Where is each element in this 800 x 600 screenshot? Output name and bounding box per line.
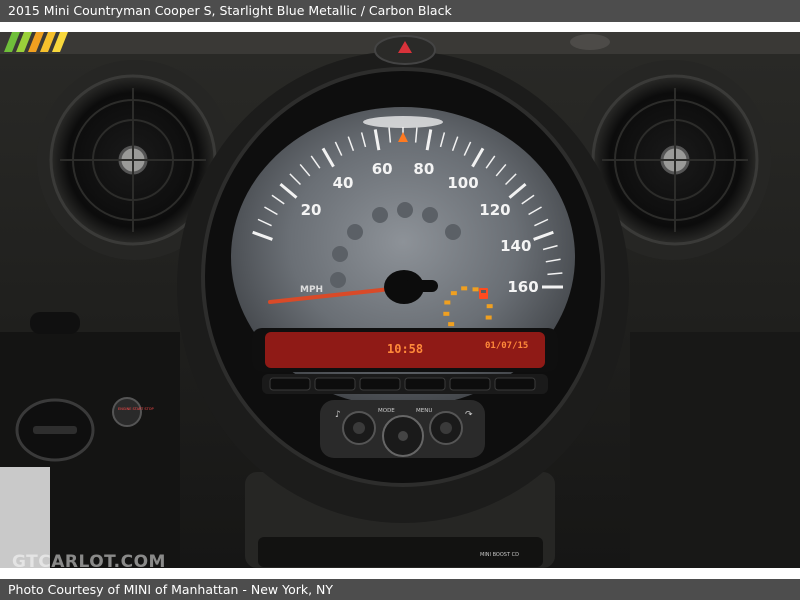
speed-label: 40	[333, 174, 354, 192]
preset-button[interactable]	[269, 377, 311, 391]
speed-label: 140	[500, 237, 531, 255]
footer-bar: Photo Courtesy of MINI of Manhattan - Ne…	[0, 579, 800, 600]
start-stop-label: ENGINE START STOP	[118, 407, 154, 411]
preset-button[interactable]	[359, 377, 401, 391]
ignition-slot	[15, 398, 95, 462]
menu-label: MENU	[416, 408, 432, 414]
dashboard-scene: MINI BOOST CD 20 40 60 80 100120 140 160 MPH …	[0, 32, 800, 568]
date-display: 01/07/15	[485, 341, 528, 351]
center-controller[interactable]	[382, 415, 424, 457]
clock-display: 10:58	[387, 342, 423, 356]
fuel-segment	[448, 322, 455, 327]
fuel-segment	[444, 300, 451, 305]
preset-button[interactable]	[494, 377, 536, 391]
watermark: GTCARLOT.COM	[12, 552, 166, 568]
skip-back-icon[interactable]: ♪	[335, 410, 341, 420]
menu-knob[interactable]	[429, 411, 463, 445]
speed-unit: MPH	[300, 285, 323, 295]
bottom-label: MINI BOOST CD	[480, 552, 519, 558]
title-bar: 2015 Mini Countryman Cooper S, Starlight…	[0, 0, 800, 22]
listing-title: 2015 Mini Countryman Cooper S, Starlight…	[8, 3, 452, 18]
hazard-triangle-icon[interactable]	[374, 35, 436, 65]
preset-button[interactable]	[449, 377, 491, 391]
preset-button[interactable]	[314, 377, 356, 391]
fuel-segment	[486, 304, 493, 309]
speed-label: 80	[413, 160, 434, 178]
speed-label: 120	[479, 201, 510, 219]
fuel-segment	[472, 287, 479, 292]
photo-credit: Photo Courtesy of MINI of Manhattan - Ne…	[8, 582, 334, 597]
preset-button[interactable]	[404, 377, 446, 391]
dashboard-photo: MINI BOOST CD 20 40 60 80 100 120 140 160	[0, 32, 800, 568]
speed-label: 100	[447, 174, 478, 192]
speed-label: 20	[301, 201, 322, 219]
fuel-segment	[461, 286, 468, 291]
fuel-segment	[443, 311, 450, 316]
speed-label: 160	[507, 278, 538, 296]
skip-forward-icon[interactable]: ↷	[465, 410, 473, 420]
mode-label: MODE	[378, 408, 395, 414]
logo-badge	[4, 32, 68, 52]
speed-label: 60	[372, 160, 393, 178]
mode-knob[interactable]	[342, 411, 376, 445]
fuel-pump-icon	[479, 288, 488, 299]
fuel-segment	[485, 315, 492, 320]
fuel-segment	[450, 291, 457, 296]
